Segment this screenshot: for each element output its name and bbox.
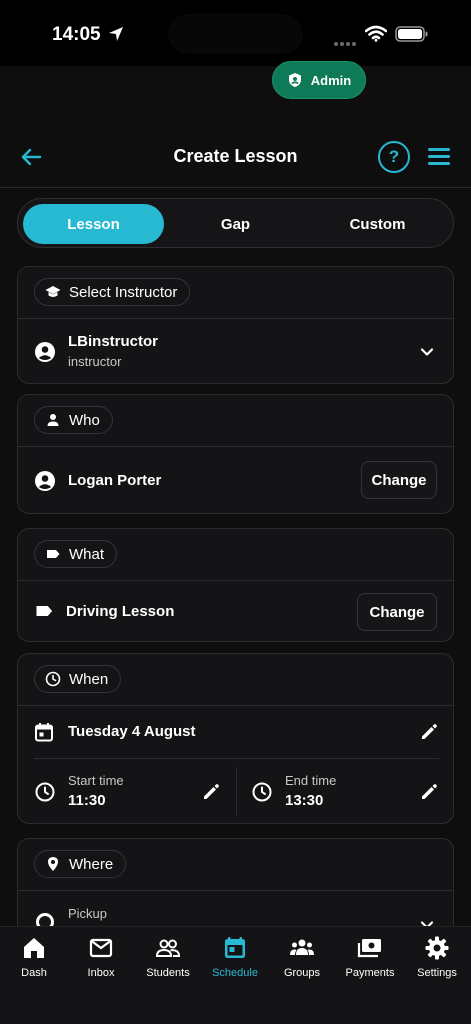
status-bar: 14:05 bbox=[0, 0, 471, 66]
start-time-field[interactable]: Start time 11:30 bbox=[18, 759, 236, 823]
status-time: 14:05 bbox=[52, 24, 101, 45]
label-tag-icon bbox=[36, 606, 53, 616]
change-lesson-type-button[interactable]: Change bbox=[357, 593, 437, 631]
location-arrow-icon bbox=[109, 27, 123, 41]
when-card: When Tuesday 4 August Start time 11:30 E… bbox=[17, 653, 454, 824]
instructor-card: Select Instructor LBinstructor instructo… bbox=[17, 266, 454, 384]
clock-icon bbox=[252, 782, 272, 802]
help-icon[interactable]: ? bbox=[378, 141, 410, 173]
home-icon bbox=[24, 938, 44, 958]
admin-badge[interactable]: Admin bbox=[272, 61, 366, 99]
student-name: Logan Porter bbox=[68, 472, 162, 489]
page-header: Create Lesson ? bbox=[0, 128, 471, 188]
nav-label: Dash bbox=[21, 967, 47, 979]
divider bbox=[18, 890, 453, 891]
nav-label: Settings bbox=[417, 967, 457, 979]
select-instructor-chip: Select Instructor bbox=[34, 278, 191, 306]
instructor-name: LBinstructor bbox=[68, 333, 158, 350]
lesson-date: Tuesday 4 August bbox=[68, 723, 196, 740]
lesson-type-name: Driving Lesson bbox=[66, 603, 175, 620]
date-row[interactable]: Tuesday 4 August bbox=[18, 706, 453, 758]
battery-icon bbox=[395, 26, 428, 42]
end-time-field[interactable]: End time 13:30 bbox=[237, 759, 453, 823]
menu-icon[interactable] bbox=[428, 148, 450, 166]
chip-label: Where bbox=[69, 855, 114, 873]
nav-settings[interactable]: Settings bbox=[403, 935, 471, 979]
instructor-dropdown[interactable]: LBinstructor instructor bbox=[18, 319, 453, 383]
chip-label: What bbox=[69, 545, 105, 563]
bottom-nav: Dash Inbox Students Schedule Groups Paym… bbox=[0, 926, 471, 1024]
start-time-label: Start time bbox=[68, 773, 124, 788]
where-chip: Where bbox=[34, 850, 127, 878]
clock-icon bbox=[45, 671, 61, 687]
nav-label: Schedule bbox=[212, 967, 258, 979]
nav-groups[interactable]: Groups bbox=[268, 935, 336, 979]
pickup-label: Pickup bbox=[68, 906, 108, 921]
tab-lesson[interactable]: Lesson bbox=[23, 204, 164, 244]
lesson-type-tabs: Lesson Gap Custom bbox=[17, 198, 454, 248]
end-time-label: End time bbox=[285, 773, 337, 788]
wifi-icon bbox=[365, 25, 387, 42]
gear-icon bbox=[425, 936, 449, 960]
what-card: What Driving Lesson Change bbox=[17, 528, 454, 642]
tab-custom[interactable]: Custom bbox=[307, 204, 448, 244]
divider bbox=[18, 446, 453, 447]
mail-icon bbox=[89, 938, 113, 958]
account-circle-icon bbox=[35, 471, 55, 491]
groups-icon bbox=[290, 939, 314, 955]
edit-end-pencil-icon[interactable] bbox=[419, 782, 439, 802]
chip-label: Select Instructor bbox=[69, 283, 178, 301]
calendar-icon bbox=[35, 723, 53, 742]
nav-label: Payments bbox=[345, 967, 395, 979]
edit-date-pencil-icon[interactable] bbox=[419, 722, 439, 742]
shield-user-icon bbox=[288, 73, 301, 87]
chip-label: When bbox=[69, 670, 109, 688]
divider bbox=[18, 580, 453, 581]
change-student-button[interactable]: Change bbox=[361, 461, 437, 499]
label-tag-icon bbox=[47, 550, 60, 558]
graduation-cap-icon bbox=[45, 286, 61, 297]
location-pin-icon bbox=[48, 857, 58, 871]
chip-label: Who bbox=[69, 411, 100, 429]
edit-start-pencil-icon[interactable] bbox=[201, 782, 221, 802]
payments-icon bbox=[357, 939, 381, 958]
person-icon bbox=[47, 414, 59, 426]
signal-icon bbox=[334, 33, 358, 46]
nav-label: Students bbox=[146, 967, 190, 979]
account-circle-icon bbox=[35, 342, 55, 362]
who-chip: Who bbox=[34, 406, 113, 434]
calendar-icon bbox=[225, 937, 245, 958]
dynamic-island bbox=[168, 14, 303, 54]
people-icon bbox=[155, 939, 181, 957]
what-chip: What bbox=[34, 540, 118, 568]
nav-label: Groups bbox=[283, 967, 321, 979]
chevron-down-icon bbox=[420, 348, 434, 356]
admin-label: Admin bbox=[310, 72, 352, 88]
nav-payments[interactable]: Payments bbox=[336, 935, 404, 979]
nav-schedule[interactable]: Schedule bbox=[201, 935, 269, 979]
clock-icon bbox=[35, 782, 55, 802]
instructor-role: instructor bbox=[68, 354, 122, 369]
nav-label: Inbox bbox=[87, 967, 115, 979]
start-time-value: 11:30 bbox=[68, 792, 106, 809]
who-card: Who Logan Porter Change bbox=[17, 394, 454, 514]
end-time-value: 13:30 bbox=[285, 792, 324, 809]
tab-gap[interactable]: Gap bbox=[165, 204, 306, 244]
nav-students[interactable]: Students bbox=[134, 935, 202, 979]
nav-inbox[interactable]: Inbox bbox=[67, 935, 135, 979]
nav-dash[interactable]: Dash bbox=[0, 935, 68, 979]
when-chip: When bbox=[34, 665, 122, 693]
